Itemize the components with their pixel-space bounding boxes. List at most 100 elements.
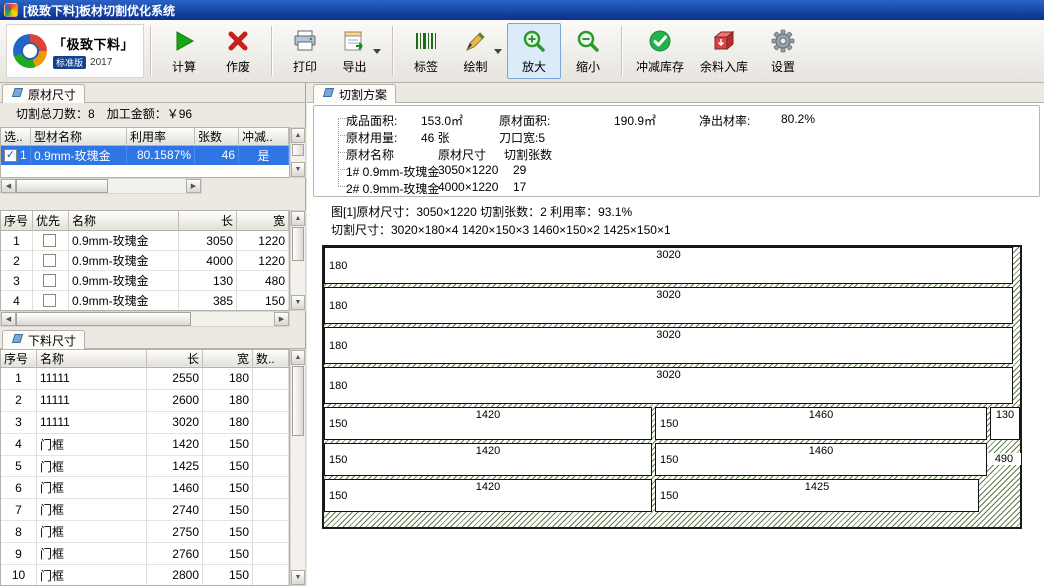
scroll-thumb[interactable] — [292, 366, 304, 436]
header-qty[interactable]: 数.. — [253, 350, 289, 367]
draw-button[interactable]: 绘制 — [453, 23, 507, 79]
remnant-in-button[interactable]: 余料入库 — [692, 23, 756, 79]
scroll-right-button[interactable] — [186, 179, 201, 193]
table-header-row: 选.. 型材名称 利用率 张数 冲减.. — [1, 128, 289, 146]
cell-seq: 1 — [1, 231, 33, 251]
priority-checkbox[interactable] — [43, 274, 56, 287]
zoom-out-label: 缩小 — [576, 58, 600, 75]
zoom-in-button[interactable]: 放大 — [507, 23, 561, 79]
zoom-in-icon — [521, 28, 547, 55]
export-button[interactable]: 导出 — [332, 23, 386, 79]
raw-sheet-row[interactable]: 1 0.9mm-玫瑰金 3050 1220 — [1, 231, 289, 251]
cell-priority — [33, 291, 69, 311]
scroll-down-button[interactable] — [291, 162, 305, 177]
parts-vscrollbar[interactable] — [290, 349, 306, 586]
cell-width: 150 — [203, 499, 253, 521]
raw-sheets-hscrollbar[interactable] — [0, 311, 290, 327]
materials-summary: 切割总刀数： 8 加工金额： ￥96 — [16, 105, 192, 122]
part-row[interactable]: 8 门框 2750 150 — [1, 521, 289, 543]
cell-priority — [33, 231, 69, 251]
scroll-thumb[interactable] — [16, 179, 108, 193]
logo-text: 「极致下料」 标准版 2017 — [53, 34, 134, 69]
cell-material-name: 0.9mm-玫瑰金 — [31, 146, 127, 165]
label-button[interactable]: 标签 — [399, 23, 453, 79]
priority-checkbox[interactable] — [43, 254, 56, 267]
material-usage-hscrollbar[interactable] — [0, 178, 202, 194]
scroll-up-button[interactable] — [291, 211, 305, 226]
toolbar-separator — [271, 26, 272, 76]
scroll-down-button[interactable] — [291, 570, 305, 585]
part-row[interactable]: 10 门框 2800 150 — [1, 565, 289, 586]
header-material-name[interactable]: 型材名称 — [31, 128, 127, 145]
part-row[interactable]: 6 门框 1460 150 — [1, 477, 289, 499]
chevron-down-icon[interactable] — [373, 49, 381, 54]
sheet-icon — [322, 87, 335, 101]
calculate-label: 计算 — [172, 58, 196, 75]
part-row[interactable]: 1 11111 2550 180 — [1, 368, 289, 390]
header-seq[interactable]: 序号 — [1, 350, 37, 367]
part-row[interactable]: 7 门框 2740 150 — [1, 499, 289, 521]
cutting-diagram: 180 3020 180 3020 180 3020 180 3020 150 … — [322, 245, 1022, 529]
parts-tabbar: 下料尺寸 — [0, 329, 305, 349]
cell-qty — [253, 456, 289, 478]
logo-title: 「极致下料」 — [53, 34, 134, 53]
chevron-down-icon[interactable] — [494, 49, 502, 54]
header-width[interactable]: 宽 — [237, 211, 289, 230]
scroll-up-button[interactable] — [291, 128, 305, 143]
piece-width-label: 180 — [329, 380, 347, 392]
logo-badge: 标准版 — [53, 56, 86, 69]
header-deduct[interactable]: 冲减.. — [239, 128, 289, 145]
header-width[interactable]: 宽 — [203, 350, 253, 367]
header-length[interactable]: 长 — [179, 211, 237, 230]
header-name[interactable]: 名称 — [37, 350, 147, 367]
scroll-left-button[interactable] — [1, 179, 16, 193]
material-usage-row[interactable]: 1 0.9mm-玫瑰金 80.1587% 46 是 — [1, 146, 289, 165]
cell-width: 150 — [203, 477, 253, 499]
header-name[interactable]: 名称 — [69, 211, 179, 230]
deduct-stock-button[interactable]: 冲减库存 — [628, 23, 692, 79]
raw-sheet-row[interactable]: 2 0.9mm-玫瑰金 4000 1220 — [1, 251, 289, 271]
priority-checkbox[interactable] — [43, 294, 56, 307]
priority-checkbox[interactable] — [43, 234, 56, 247]
scroll-thumb[interactable] — [16, 312, 191, 326]
cell-qty — [253, 390, 289, 412]
scroll-track[interactable] — [108, 179, 186, 193]
zoom-out-button[interactable]: 缩小 — [561, 23, 615, 79]
header-length[interactable]: 长 — [147, 350, 203, 367]
tab-cutting-plan-label: 切割方案 — [339, 86, 387, 103]
cut-piece: 150 1420 — [324, 479, 652, 512]
print-button[interactable]: 打印 — [278, 23, 332, 79]
part-row[interactable]: 5 门框 1425 150 — [1, 456, 289, 478]
scroll-up-button[interactable] — [291, 350, 305, 365]
logo-year: 2017 — [90, 57, 112, 68]
header-select[interactable]: 选.. — [1, 128, 31, 145]
scroll-thumb[interactable] — [292, 144, 304, 156]
void-button[interactable]: 作废 — [211, 23, 265, 79]
scroll-down-button[interactable] — [291, 295, 305, 310]
tab-cut-parts[interactable]: 下料尺寸 — [2, 330, 85, 349]
header-utilization[interactable]: 利用率 — [127, 128, 195, 145]
part-row[interactable]: 3 11111 3020 180 — [1, 412, 289, 434]
raw-sheet-row[interactable]: 4 0.9mm-玫瑰金 385 150 — [1, 291, 289, 311]
row-checkbox[interactable] — [4, 149, 17, 162]
material-usage-vscrollbar[interactable] — [290, 127, 306, 178]
raw-sheet-row[interactable]: 3 0.9mm-玫瑰金 130 480 — [1, 271, 289, 291]
scroll-track[interactable] — [191, 312, 274, 326]
header-priority[interactable]: 优先 — [33, 211, 69, 230]
part-row[interactable]: 9 门框 2760 150 — [1, 543, 289, 565]
calculate-button[interactable]: 计算 — [157, 23, 211, 79]
tab-raw-materials[interactable]: 原材尺寸 — [2, 84, 85, 103]
tab-raw-materials-label: 原材尺寸 — [28, 86, 76, 103]
scroll-thumb[interactable] — [292, 227, 304, 261]
settings-button[interactable]: 设置 — [756, 23, 810, 79]
raw-sheets-vscrollbar[interactable] — [290, 210, 306, 311]
part-row[interactable]: 2 11111 2600 180 — [1, 390, 289, 412]
header-seq[interactable]: 序号 — [1, 211, 33, 230]
tab-cutting-plan[interactable]: 切割方案 — [313, 84, 396, 103]
part-row[interactable]: 4 门框 1420 150 — [1, 434, 289, 456]
header-sheets[interactable]: 张数 — [195, 128, 239, 145]
scroll-right-button[interactable] — [274, 312, 289, 326]
scroll-left-button[interactable] — [1, 312, 16, 326]
cell-seq: 3 — [1, 412, 37, 434]
cell-qty — [253, 412, 289, 434]
